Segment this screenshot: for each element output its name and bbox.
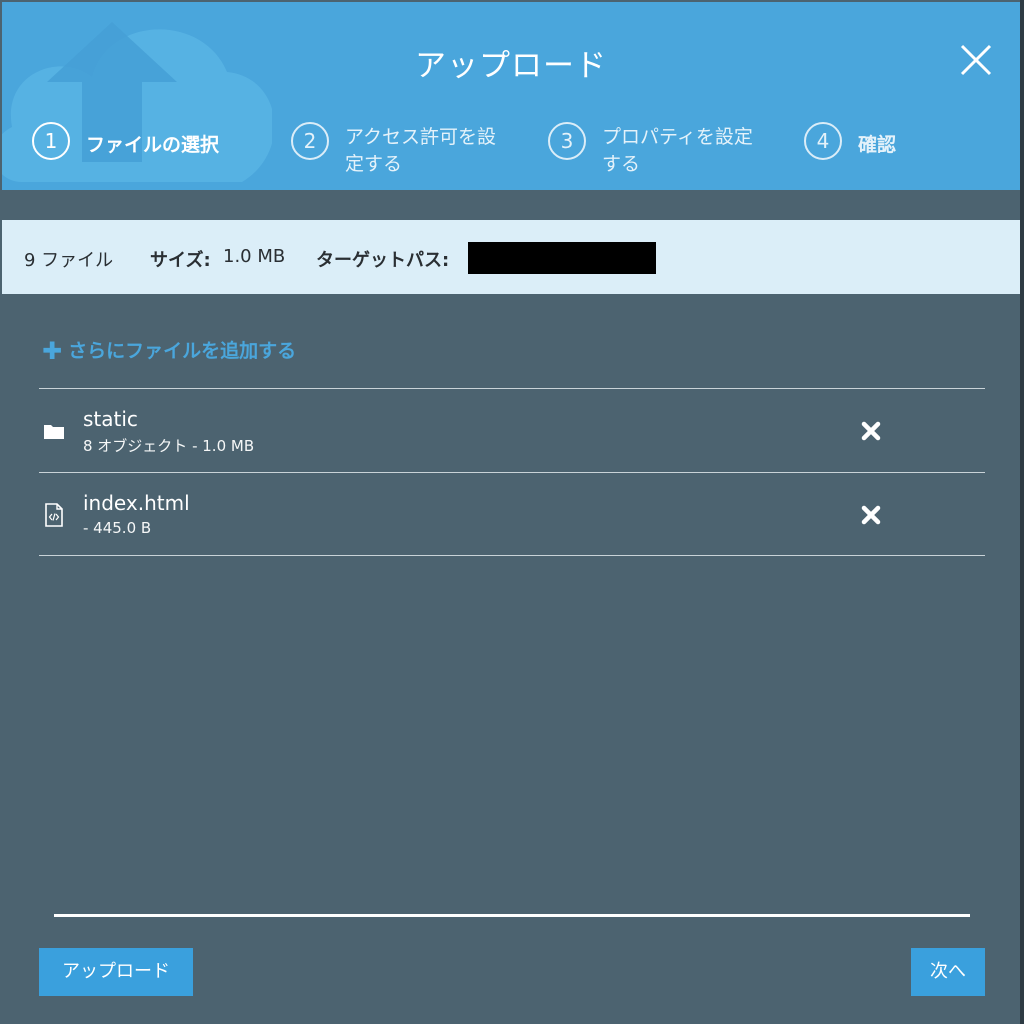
file-meta: 8 オブジェクト - 1.0 MB xyxy=(83,437,255,455)
file-name: static xyxy=(83,407,138,431)
step-number: 1 xyxy=(32,122,70,160)
remove-icon[interactable] xyxy=(859,419,883,443)
step-properties[interactable]: 3 プロパティを設定する xyxy=(548,114,778,184)
step-label: アクセス許可を設定する xyxy=(345,126,497,175)
add-more-files-link[interactable]: ✚ さらにファイルを追加する xyxy=(42,336,296,365)
upload-dialog: アップロード 1 ファイルの選択 2 アクセス許可を設定する 3 プロパティを設… xyxy=(2,2,1020,1022)
dialog-title: アップロード xyxy=(415,48,607,84)
next-button[interactable]: 次へ xyxy=(911,948,985,996)
step-number: 3 xyxy=(548,122,586,160)
step-select-files[interactable]: 1 ファイルの選択 xyxy=(32,114,262,184)
step-review[interactable]: 4 確認 xyxy=(804,114,1004,184)
upload-progress-bar xyxy=(54,914,970,917)
size-label: サイズ: xyxy=(150,250,211,271)
step-label: 確認 xyxy=(858,134,897,156)
target-path-redacted xyxy=(468,242,656,274)
window-edge xyxy=(1020,0,1024,1024)
step-number: 4 xyxy=(804,122,842,160)
file-meta: - 445.0 B xyxy=(83,519,152,537)
file-list: static 8 オブジェクト - 1.0 MB index.html - 44… xyxy=(39,388,985,556)
step-permissions[interactable]: 2 アクセス許可を設定する xyxy=(291,114,521,184)
upload-summary-bar: 9 ファイル サイズ: 1.0 MB ターゲットパス: xyxy=(2,220,1020,294)
code-file-icon xyxy=(45,503,63,527)
folder-icon xyxy=(44,425,64,439)
step-label: ファイルの選択 xyxy=(86,134,220,156)
dialog-header: アップロード 1 ファイルの選択 2 アクセス許可を設定する 3 プロパティを設… xyxy=(2,2,1020,190)
step-number: 2 xyxy=(291,122,329,160)
wizard-steps: 1 ファイルの選択 2 アクセス許可を設定する 3 プロパティを設定する 4 確… xyxy=(2,114,1020,184)
file-count: 9 ファイル xyxy=(24,250,114,271)
close-icon[interactable] xyxy=(956,40,996,80)
plus-icon: ✚ xyxy=(42,337,63,365)
upload-button[interactable]: アップロード xyxy=(39,948,193,996)
target-path-label: ターゲットパス: xyxy=(316,250,450,271)
list-item: index.html - 445.0 B xyxy=(39,472,985,556)
size-value: 1.0 MB xyxy=(223,246,286,267)
step-label: プロパティを設定する xyxy=(602,126,753,175)
header-divider xyxy=(2,190,1020,220)
file-name: index.html xyxy=(83,491,190,515)
remove-icon[interactable] xyxy=(859,503,883,527)
list-item: static 8 オブジェクト - 1.0 MB xyxy=(39,388,985,472)
add-more-files-label: さらにファイルを追加する xyxy=(68,340,297,362)
